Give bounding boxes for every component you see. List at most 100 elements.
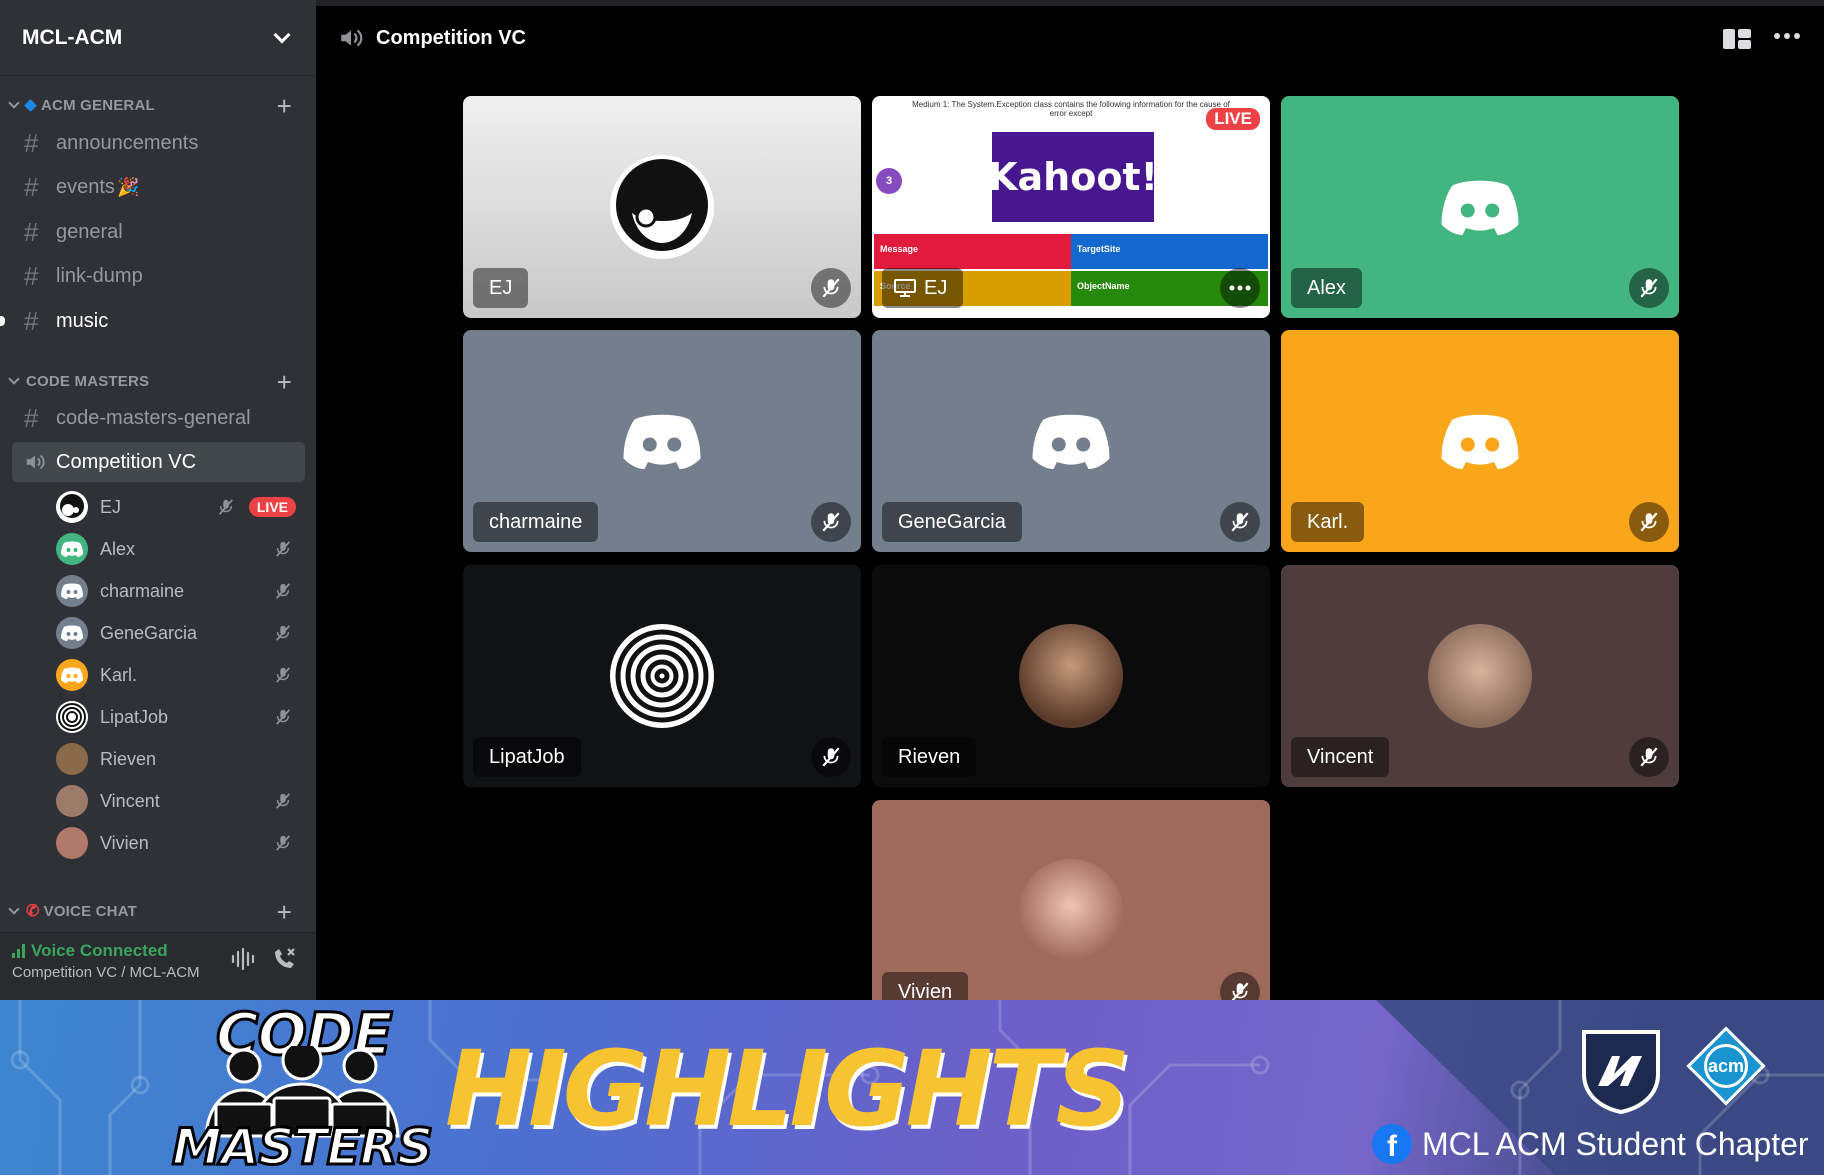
muted-mic-icon xyxy=(218,499,233,515)
server-header[interactable]: MCL-ACM xyxy=(0,0,316,76)
spiral-avatar-icon xyxy=(56,701,88,733)
channel-label: link-dump xyxy=(56,264,143,287)
muted-mic-icon xyxy=(1629,268,1669,308)
acm-logo-icon: acm xyxy=(1686,1026,1766,1106)
muted-mic-icon xyxy=(276,793,290,809)
phone-icon: ✆ xyxy=(26,903,40,920)
voice-user-ej[interactable]: EJ LIVE xyxy=(56,489,296,525)
channel-sidebar: MCL-ACM ACM GENERAL + # announcements # … xyxy=(0,0,316,1000)
participant-label: Vincent xyxy=(1291,737,1390,777)
avatar xyxy=(56,491,88,523)
voice-user-vivien[interactable]: Vivien xyxy=(56,825,296,861)
chevron-icon xyxy=(8,97,20,109)
video-tile-karl[interactable]: Karl. xyxy=(1281,330,1679,552)
participant-label: Rieven xyxy=(882,737,977,777)
kahoot-answer: Message xyxy=(874,234,1071,269)
channel-label: general xyxy=(56,220,123,243)
video-tile-vincent[interactable]: Vincent xyxy=(1281,565,1679,787)
channel-announcements[interactable]: # announcements xyxy=(12,123,305,163)
hash-icon: # xyxy=(24,216,39,247)
voice-user-rieven[interactable]: Rieven xyxy=(56,741,296,777)
chevron-icon xyxy=(8,903,20,915)
participant-label: EJ xyxy=(924,276,948,299)
participant-label: charmaine xyxy=(473,502,599,542)
channel-competition-vc[interactable]: Competition VC xyxy=(12,442,305,482)
channel-general[interactable]: # general xyxy=(12,212,305,252)
muted-mic-icon xyxy=(1220,502,1260,542)
channel-events[interactable]: # events 🎉 xyxy=(12,167,305,207)
category-acm-general[interactable]: ACM GENERAL + xyxy=(0,91,316,121)
kahoot-logo: Kahoot! xyxy=(988,132,1158,222)
video-tile-vivien[interactable]: Vivien xyxy=(872,800,1270,1022)
voice-user-name: charmaine xyxy=(100,580,185,601)
hash-icon: # xyxy=(24,127,39,158)
avatar xyxy=(56,785,88,817)
mcl-shield-logo-icon xyxy=(1582,1030,1660,1114)
participant-label: Alex xyxy=(1291,268,1362,308)
noise-suppression-icon[interactable] xyxy=(228,945,256,973)
voice-user-vincent[interactable]: Vincent xyxy=(56,783,296,819)
chevron-icon xyxy=(8,373,20,385)
voice-user-genegarcia[interactable]: GeneGarcia xyxy=(56,615,296,651)
disconnect-icon[interactable] xyxy=(270,945,298,973)
discord-avatar-icon xyxy=(56,617,88,649)
add-channel-icon[interactable]: + xyxy=(277,367,292,398)
stream-tile-ej[interactable]: Medium 1: The System.Exception class con… xyxy=(872,96,1270,318)
voice-user-name: LipatJob xyxy=(100,706,169,727)
muted-mic-icon xyxy=(276,541,290,557)
hash-icon: # xyxy=(24,171,39,202)
channel-label: music xyxy=(56,309,109,332)
channel-label: code-masters-general xyxy=(56,406,251,429)
voice-user-lipatjob[interactable]: LipatJob xyxy=(56,699,296,735)
avatar xyxy=(56,743,88,775)
category-voice-chat[interactable]: ✆ VOICE CHAT + xyxy=(0,897,316,927)
participant-label: Karl. xyxy=(1291,502,1365,542)
discord-avatar-icon xyxy=(1428,389,1532,493)
avatar xyxy=(610,155,714,259)
channel-link-dump[interactable]: # link-dump xyxy=(12,256,305,296)
video-tile-rieven[interactable]: Rieven xyxy=(872,565,1270,787)
grid-layout-icon[interactable] xyxy=(1722,28,1752,50)
channel-music[interactable]: # music xyxy=(12,301,305,341)
facebook-page-name: MCL ACM Student Chapter xyxy=(1422,1125,1809,1162)
add-channel-icon[interactable]: + xyxy=(277,91,292,122)
hash-icon: # xyxy=(24,305,39,336)
live-badge: LIVE xyxy=(248,497,296,517)
muted-mic-icon xyxy=(1629,502,1669,542)
voice-user-charmaine[interactable]: charmaine xyxy=(56,573,296,609)
voice-status[interactable]: Voice Connected xyxy=(12,941,168,961)
discord-avatar-icon xyxy=(56,533,88,565)
voice-user-name: EJ xyxy=(100,496,122,517)
video-tile-lipatjob[interactable]: LipatJob xyxy=(463,565,861,787)
muted-mic-icon xyxy=(276,625,290,641)
more-options-icon[interactable] xyxy=(1220,268,1260,308)
video-tile-alex[interactable]: Alex xyxy=(1281,96,1679,318)
channel-label: announcements xyxy=(56,131,199,154)
voice-status-text: Voice Connected xyxy=(31,941,168,960)
video-tile-ej[interactable]: EJ xyxy=(463,96,861,318)
voice-user-name: Rieven xyxy=(100,748,157,769)
muted-mic-icon xyxy=(811,737,851,777)
avatar xyxy=(1019,624,1123,728)
discord-avatar-icon xyxy=(610,389,714,493)
voice-user-alex[interactable]: Alex xyxy=(56,531,296,567)
hash-icon: # xyxy=(24,402,39,433)
signal-icon xyxy=(12,944,25,958)
video-tile-genegarcia[interactable]: GeneGarcia xyxy=(872,330,1270,552)
voice-location[interactable]: Competition VC / MCL-ACM xyxy=(12,964,200,981)
add-channel-icon[interactable]: + xyxy=(277,897,292,928)
chevron-down-icon[interactable] xyxy=(273,26,291,43)
acm-logo-text: acm xyxy=(1704,1044,1748,1088)
avatar xyxy=(56,827,88,859)
video-tile-charmaine[interactable]: charmaine xyxy=(463,330,861,552)
more-options-icon[interactable] xyxy=(1774,32,1800,40)
category-code-masters[interactable]: CODE MASTERS + xyxy=(0,367,316,397)
voice-user-name: Karl. xyxy=(100,664,138,685)
channel-label: events xyxy=(56,175,115,198)
avatar xyxy=(1019,859,1123,963)
channel-code-masters-general[interactable]: # code-masters-general xyxy=(12,398,305,438)
discord-avatar-icon xyxy=(1428,155,1532,259)
category-label: ACM GENERAL xyxy=(41,96,155,114)
kahoot-answer: TargetSite xyxy=(1071,234,1268,269)
voice-user-karl[interactable]: Karl. xyxy=(56,657,296,693)
